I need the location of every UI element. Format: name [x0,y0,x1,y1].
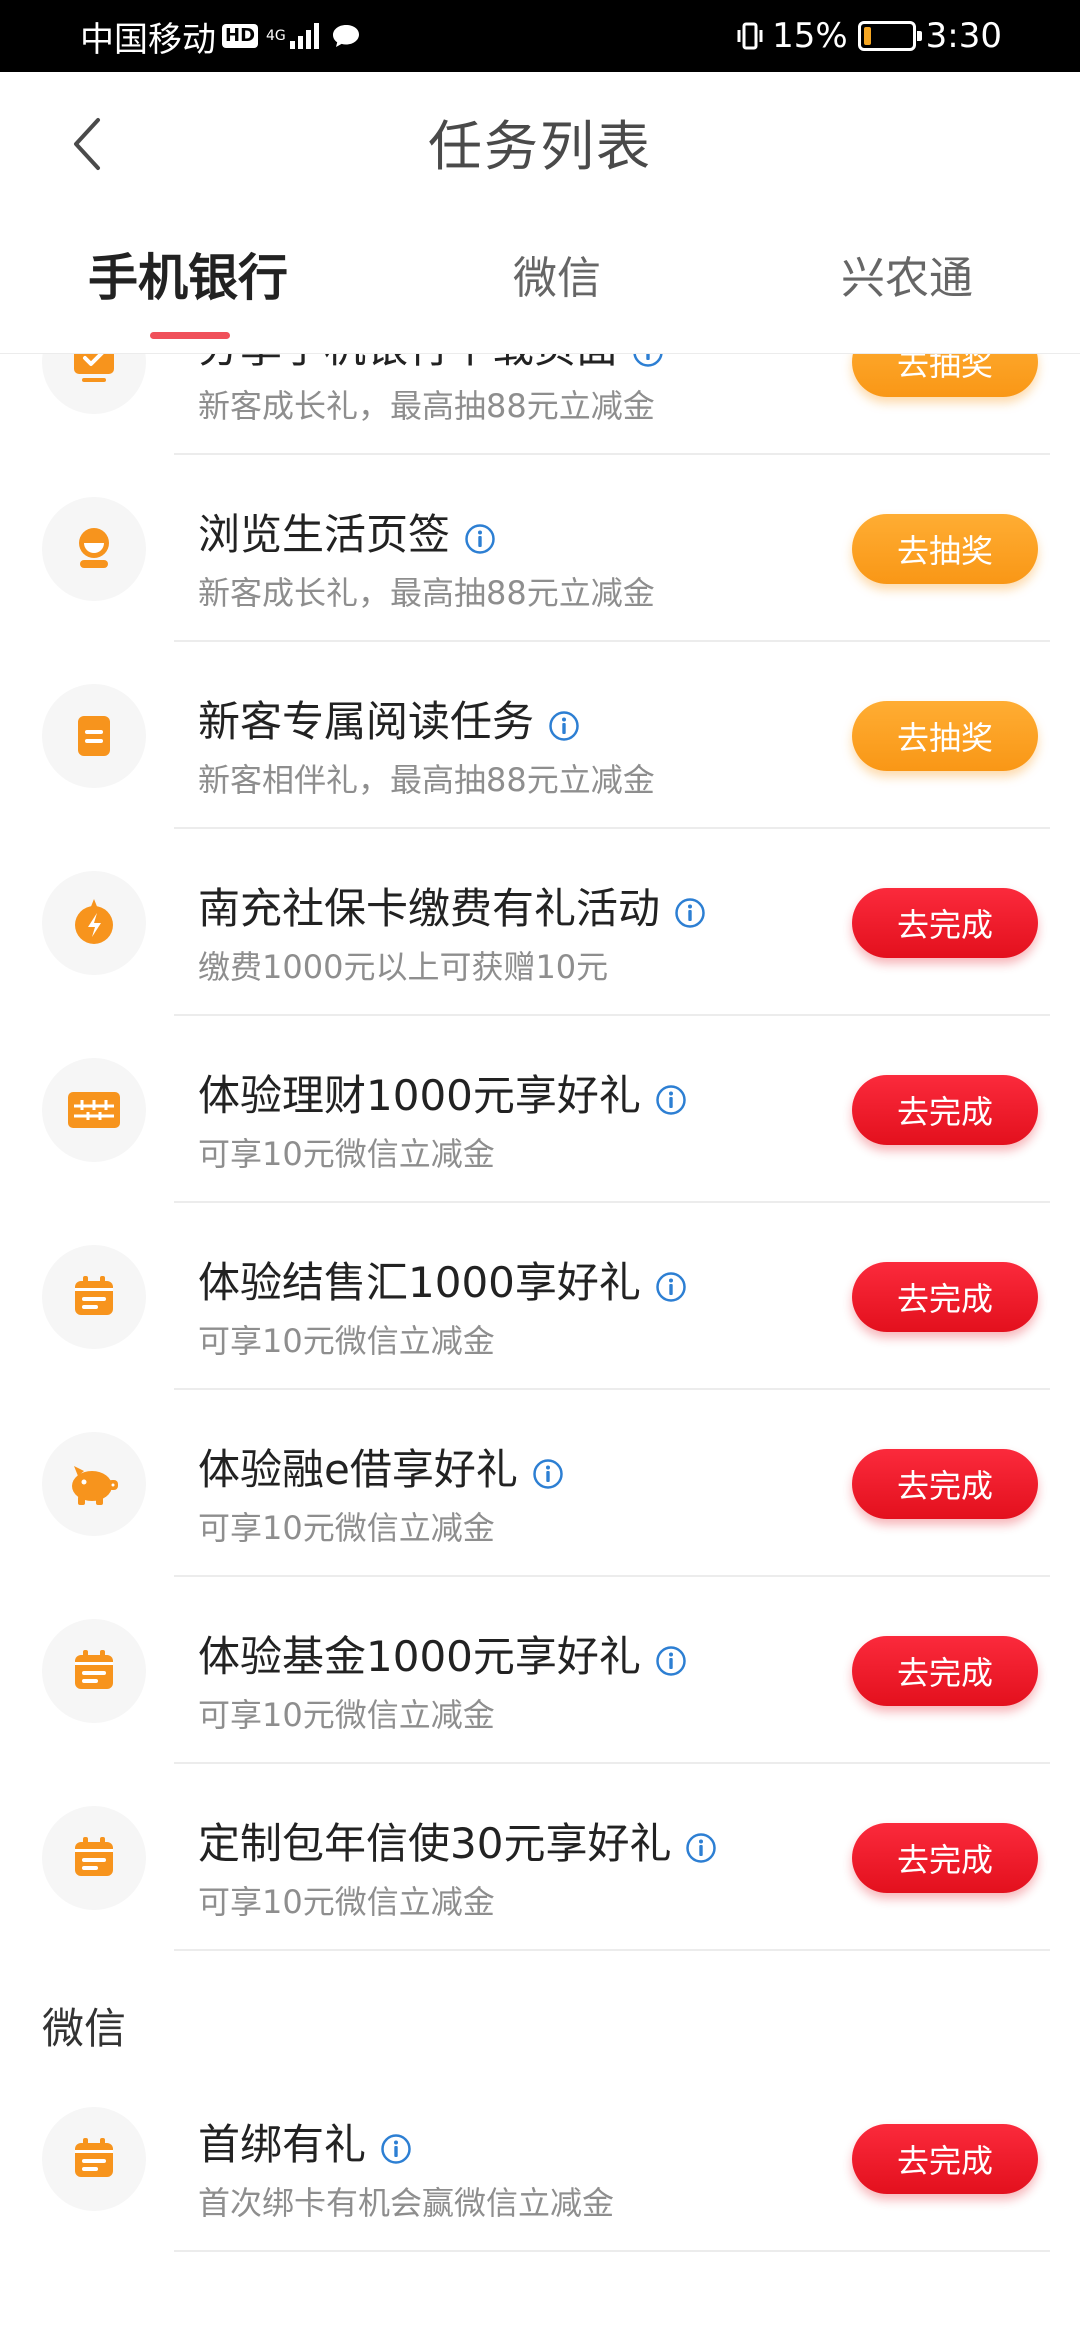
task-title: 南充社保卡缴费有礼活动 [198,875,706,936]
network-type: 4G [266,28,286,44]
task-title-text: 新客专属阅读任务 [198,697,535,746]
task-title: 浏览生活页签 [198,501,496,562]
task-list-scroll[interactable]: 分享手机银行下载页面 新客成长礼，最高抽88元立减金 去抽奖 浏览生活页签 新客… [0,354,1080,2340]
go-complete-button[interactable]: 去完成 [852,1449,1038,1519]
tab-mobile-banking[interactable]: 手机银行 [88,238,288,310]
task-row: 体验结售汇1000享好礼 可享10元微信立减金 去完成 [0,1203,1080,1390]
info-icon[interactable] [464,516,496,554]
go-complete-button[interactable]: 去完成 [852,1636,1038,1706]
task-subtitle: 可享10元微信立减金 [198,1883,495,1921]
task-title: 体验基金1000元享好礼 [198,1623,687,1684]
task-title-text: 南充社保卡缴费有礼活动 [198,884,661,933]
task-title: 定制包年信使30元享好礼 [198,1810,717,1871]
battery-percent: 15% [772,16,848,56]
task-subtitle: 新客相伴礼，最高抽88元立减金 [198,761,655,799]
info-icon[interactable] [655,1264,687,1302]
calendar-icon [42,2107,146,2211]
task-title-text: 体验融e借享好礼 [198,1445,518,1494]
task-title-text: 首绑有礼 [198,2120,367,2169]
go-complete-button[interactable]: 去完成 [852,2124,1038,2194]
info-icon[interactable] [655,1077,687,1115]
task-row: 体验基金1000元享好礼 可享10元微信立减金 去完成 [0,1577,1080,1764]
draw-lottery-button[interactable]: 去抽奖 [852,354,1038,397]
task-title: 分享手机银行下载页面 [198,354,664,375]
task-subtitle: 可享10元微信立减金 [198,1696,495,1734]
info-icon[interactable] [632,354,664,367]
task-title: 体验理财1000元享好礼 [198,1062,687,1123]
hd-badge: HD [222,24,259,48]
battery-fill [863,27,871,45]
tab-bar: 手机银行 微信 兴农通 [0,212,1080,354]
task-subtitle: 新客成长礼，最高抽88元立减金 [198,574,655,612]
info-icon[interactable] [548,703,580,741]
monitor-icon [42,354,146,414]
info-icon[interactable] [685,1825,717,1863]
piggy-bank-icon [42,1432,146,1536]
clock: 3:30 [925,16,1002,56]
task-title-text: 分享手机银行下载页面 [198,354,618,375]
battery-icon [857,21,922,51]
info-icon[interactable] [532,1451,564,1489]
task-subtitle: 缴费1000元以上可获赠10元 [198,948,609,986]
task-title-text: 体验理财1000元享好礼 [198,1071,641,1120]
task-subtitle: 可享10元微信立减金 [198,1322,495,1360]
task-title-text: 浏览生活页签 [198,510,451,559]
task-title: 体验结售汇1000享好礼 [198,1249,687,1310]
task-list: 分享手机银行下载页面 新客成长礼，最高抽88元立减金 去抽奖 浏览生活页签 新客… [0,354,1080,2252]
task-row: 新客专属阅读任务 新客相伴礼，最高抽88元立减金 去抽奖 [0,642,1080,829]
signal-icon [289,23,319,49]
task-subtitle: 可享10元微信立减金 [198,1135,495,1173]
info-icon[interactable] [674,890,706,928]
draw-lottery-button[interactable]: 去抽奖 [852,701,1038,771]
task-title-text: 体验基金1000元享好礼 [198,1632,641,1681]
task-row: 浏览生活页签 新客成长礼，最高抽88元立减金 去抽奖 [0,455,1080,642]
task-row: 定制包年信使30元享好礼 可享10元微信立减金 去完成 [0,1764,1080,1951]
tab-xingnongtong[interactable]: 兴农通 [841,242,973,306]
task-row: 首绑有礼 首次绑卡有机会赢微信立减金 去完成 [0,2065,1080,2252]
task-title-text: 体验结售汇1000享好礼 [198,1258,641,1307]
page-title: 任务列表 [428,115,652,178]
task-row: 体验理财1000元享好礼 可享10元微信立减金 去完成 [0,1016,1080,1203]
wallet-icon [42,1058,146,1162]
document-icon [42,684,146,788]
calendar-icon [42,1245,146,1349]
tab-wechat[interactable]: 微信 [513,242,601,306]
go-complete-button[interactable]: 去完成 [852,888,1038,958]
calendar-icon [42,1619,146,1723]
avatar-icon [42,497,146,601]
message-icon [332,25,359,47]
info-icon[interactable] [380,2126,412,2164]
task-subtitle: 新客成长礼，最高抽88元立减金 [198,387,655,425]
vibrate-icon [737,22,763,50]
carrier-name: 中国移动 [80,19,216,60]
calendar-icon [42,1806,146,1910]
task-subtitle: 可享10元微信立减金 [198,1509,495,1547]
info-icon[interactable] [655,1638,687,1676]
task-title: 新客专属阅读任务 [198,688,580,749]
section-title: 微信 [42,2004,127,2053]
task-title-text: 定制包年信使30元享好礼 [198,1819,672,1868]
task-row: 南充社保卡缴费有礼活动 缴费1000元以上可获赠10元 去完成 [0,829,1080,1016]
go-complete-button[interactable]: 去完成 [852,1075,1038,1145]
task-title: 体验融e借享好礼 [198,1436,564,1497]
task-row: 分享手机银行下载页面 新客成长礼，最高抽88元立减金 去抽奖 [0,354,1080,455]
go-complete-button[interactable]: 去完成 [852,1262,1038,1332]
draw-lottery-button[interactable]: 去抽奖 [852,514,1038,584]
task-row: 体验融e借享好礼 可享10元微信立减金 去完成 [0,1390,1080,1577]
go-complete-button[interactable]: 去完成 [852,1823,1038,1893]
page-header: 任务列表 [0,72,1080,212]
task-title: 首绑有礼 [198,2111,412,2172]
lightning-icon [42,871,146,975]
status-bar: 中国移动 HD 4G 15% 3:30 [0,0,1080,72]
active-tab-indicator [150,332,230,339]
task-subtitle: 首次绑卡有机会赢微信立减金 [198,2184,615,2222]
